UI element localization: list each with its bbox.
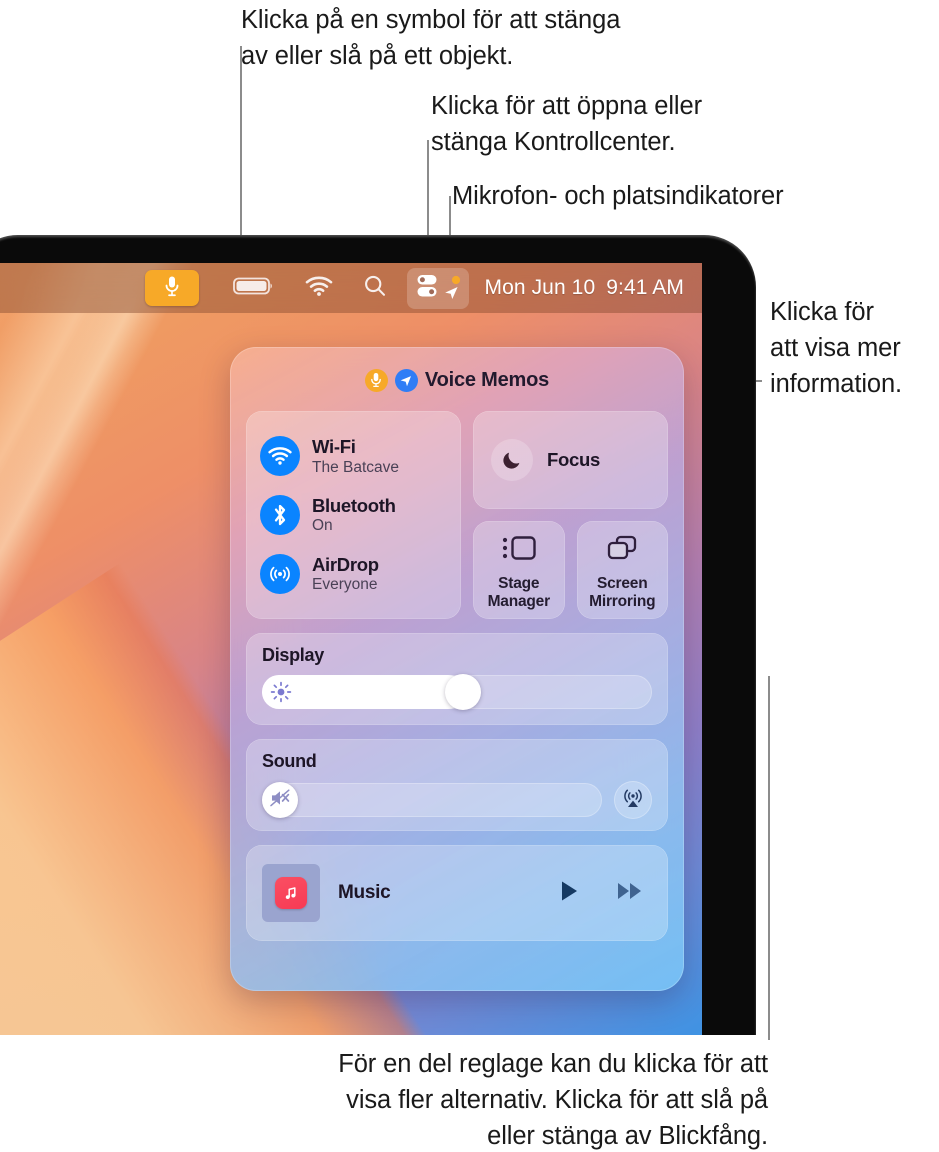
spotlight-search-menu-item[interactable] bbox=[361, 274, 389, 303]
display-label: Display bbox=[262, 645, 324, 665]
screen-mirroring-control[interactable]: Screen Mirroring bbox=[576, 521, 668, 619]
sound-control[interactable]: Sound bbox=[246, 739, 668, 831]
play-button[interactable] bbox=[558, 879, 580, 908]
control-center-top-row: Wi-Fi The Batcave Bluetooth On AirDrop E… bbox=[246, 411, 668, 619]
wifi-control[interactable]: Wi-Fi The Batcave bbox=[260, 436, 447, 477]
screen-mirroring-label: Screen Mirroring bbox=[589, 575, 656, 610]
moon-icon bbox=[491, 439, 533, 481]
airdrop-icon bbox=[260, 553, 300, 594]
bluetooth-control[interactable]: Bluetooth On bbox=[260, 495, 447, 535]
display-slider-fill bbox=[262, 675, 465, 709]
wifi-title: Wi-Fi bbox=[312, 436, 356, 458]
control-center-icon bbox=[415, 273, 439, 304]
bluetooth-title: Bluetooth bbox=[312, 494, 396, 516]
airdrop-title: AirDrop bbox=[312, 553, 379, 575]
control-center-right-column: Focus Stage Manager Screen Mirroring bbox=[473, 411, 668, 619]
menu-bar-date: Mon Jun 10 bbox=[484, 276, 596, 299]
sound-slider-wrap bbox=[262, 781, 652, 819]
stage-manager-control[interactable]: Stage Manager bbox=[473, 521, 565, 619]
bluetooth-subtitle: On bbox=[312, 517, 333, 535]
bluetooth-icon bbox=[260, 494, 300, 535]
screen-mirroring-icon bbox=[605, 534, 639, 567]
display-slider[interactable] bbox=[262, 674, 652, 710]
wifi-icon bbox=[305, 275, 333, 301]
annotation-top-middle: Klicka för att öppna eller stänga Kontro… bbox=[431, 92, 702, 156]
connectivity-tile: Wi-Fi The Batcave Bluetooth On AirDrop E… bbox=[246, 411, 461, 619]
sound-slider-knob[interactable] bbox=[262, 782, 298, 818]
focus-control[interactable]: Focus bbox=[473, 411, 668, 509]
music-label: Music bbox=[338, 882, 391, 903]
microphone-menu-item[interactable] bbox=[144, 270, 199, 306]
wifi-menu-item[interactable] bbox=[303, 275, 335, 301]
annotation-right: Klicka för att visa mer information. bbox=[770, 298, 903, 398]
display-control[interactable]: Display bbox=[246, 633, 668, 725]
album-artwork bbox=[262, 864, 320, 922]
microphone-indicator-icon bbox=[364, 368, 388, 392]
sound-slider[interactable] bbox=[262, 782, 602, 818]
screenshot-root: Klicka på en symbol för att stänga av el… bbox=[0, 0, 939, 1152]
laptop-screen: Mon Jun 10 9:41 AM Voice Memos Wi-Fi The… bbox=[0, 263, 702, 1035]
control-center-menu-item[interactable] bbox=[406, 267, 469, 309]
annotation-top-left: Klicka på en symbol för att stänga av el… bbox=[241, 6, 621, 70]
brightness-icon bbox=[270, 681, 292, 708]
airdrop-subtitle: Everyone bbox=[312, 575, 378, 593]
battery-icon bbox=[232, 276, 275, 301]
menu-bar-time: 9:41 AM bbox=[606, 276, 684, 299]
focus-label: Focus bbox=[547, 449, 600, 470]
fast-forward-icon bbox=[616, 880, 644, 907]
annotation-indicators: Mikrofon- och platsindikatorer bbox=[452, 182, 784, 210]
airdrop-control[interactable]: AirDrop Everyone bbox=[260, 554, 447, 594]
display-slider-wrap bbox=[262, 674, 652, 710]
airplay-audio-icon bbox=[621, 786, 645, 815]
control-center-square-row: Stage Manager Screen Mirroring bbox=[473, 521, 668, 619]
display-slider-knob[interactable] bbox=[444, 674, 481, 710]
airplay-audio-button[interactable] bbox=[614, 781, 652, 819]
wifi-subtitle: The Batcave bbox=[312, 458, 400, 476]
menu-bar-clock[interactable]: Mon Jun 10 9:41 AM bbox=[485, 276, 685, 300]
search-icon bbox=[363, 274, 387, 303]
mute-icon bbox=[269, 788, 291, 813]
location-arrow-icon bbox=[443, 275, 461, 301]
battery-menu-item[interactable] bbox=[231, 276, 277, 301]
music-control[interactable]: Music bbox=[246, 845, 668, 941]
menu-bar: Mon Jun 10 9:41 AM bbox=[0, 263, 702, 313]
stage-manager-icon bbox=[501, 534, 537, 567]
control-center-panel: Voice Memos Wi-Fi The Batcave Bluetooth … bbox=[230, 347, 684, 991]
music-app-icon bbox=[275, 877, 307, 909]
next-track-button[interactable] bbox=[616, 880, 644, 907]
stage-manager-label: Stage Manager bbox=[487, 575, 551, 610]
leader-line-bottom bbox=[768, 676, 770, 1040]
sound-label: Sound bbox=[262, 751, 317, 771]
privacy-indicator-row[interactable]: Voice Memos bbox=[246, 365, 668, 395]
indicator-app-label: Voice Memos bbox=[424, 368, 550, 391]
location-indicator-icon bbox=[394, 368, 418, 392]
microphone-icon bbox=[164, 275, 180, 302]
play-icon bbox=[558, 879, 580, 908]
wifi-icon bbox=[260, 436, 300, 477]
annotation-bottom: För en del reglage kan du klicka för att… bbox=[338, 1050, 768, 1150]
